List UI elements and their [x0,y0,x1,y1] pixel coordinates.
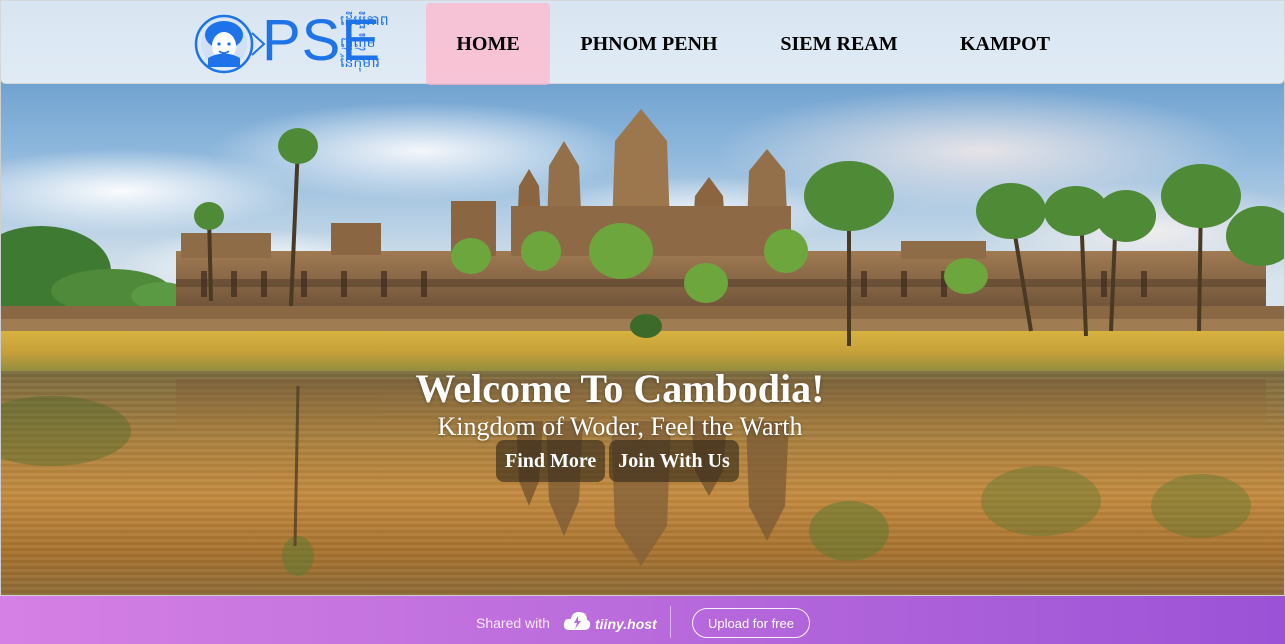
hero-title: Welcome To Cambodia! [415,366,825,411]
banner-divider [670,606,671,638]
tiiny-cloud-icon [563,612,591,630]
logo-khmer-line-2: ញញឹម [340,35,376,51]
find-more-button[interactable]: Find More [496,440,606,482]
tiiny-host-banner: Shared with tiiny.host Upload for free [0,596,1285,644]
tiiny-host-brand[interactable]: tiiny.host [595,616,657,632]
pse-logo[interactable]: PSE ដើម្បីភាព ញញឹម នៃកុមារ [194,8,399,75]
nav-item-kampot[interactable]: KAMPOT [930,3,1080,85]
logo-khmer-line-3: នៃកុមារ [340,55,380,71]
join-with-us-button[interactable]: Join With Us [609,440,739,482]
top-navbar: PSE ដើម្បីភាព ញញឹម នៃកុមារ HOME PHNOM PE… [0,0,1285,85]
logo-khmer-line-1: ដើម្បីភាព [340,13,389,29]
nav-item-phnom-penh[interactable]: PHNOM PENH [550,3,748,85]
shared-with-text: Shared with [476,615,550,631]
hero-subtitle: Kingdom of Woder, Feel the Warth [437,412,803,441]
hero-text-block: Welcome To Cambodia! Kingdom of Woder, F… [0,364,1240,440]
nav-menu: HOME PHNOM PENH SIEM REAM KAMPOT [426,3,1080,85]
hero-background [0,0,1285,596]
nav-item-siem-ream[interactable]: SIEM REAM [748,3,930,85]
upload-for-free-button[interactable]: Upload for free [692,608,810,638]
hero-buttons: Find More Join With Us [496,440,739,482]
left-trees [1,226,191,316]
nav-item-home[interactable]: HOME [426,3,550,85]
angkor-wat-illustration [1,109,1284,576]
